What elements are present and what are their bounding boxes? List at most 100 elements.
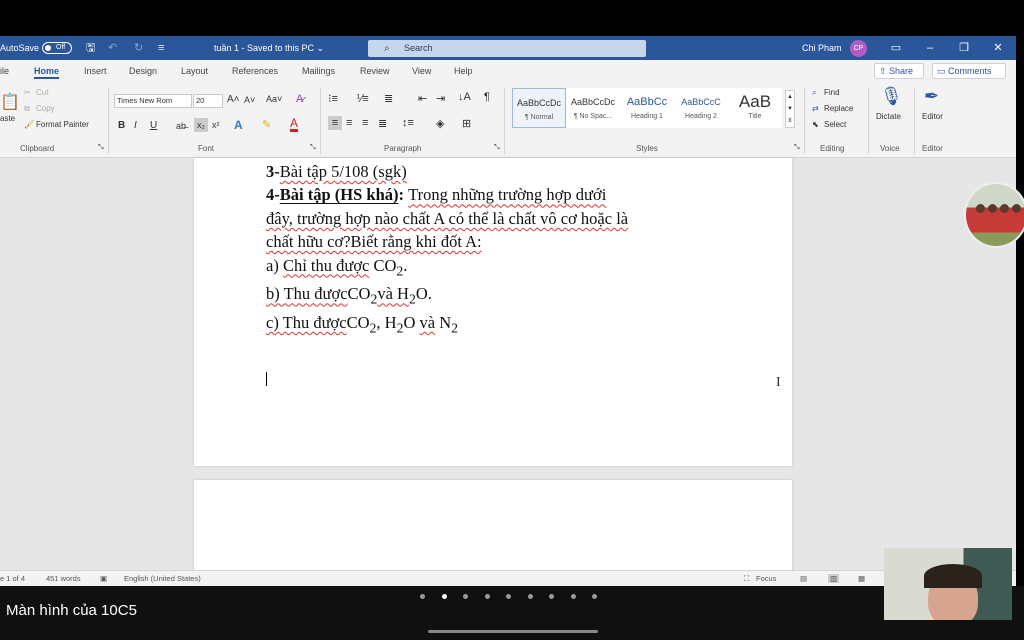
tab-help[interactable]: Help [454,66,473,76]
page-dot[interactable] [527,594,533,599]
replace-label[interactable]: Replace [824,104,853,113]
dictate-label[interactable]: Dictate [876,112,901,121]
share-button[interactable]: ⇧ Share [874,63,924,79]
web-layout-icon[interactable]: ▦ [858,574,865,583]
restore-icon[interactable]: ❐ [954,36,974,60]
styles-scroll[interactable]: ▲ ▼ ⊻ [785,90,795,128]
underline-button[interactable]: U [150,120,157,131]
text-effects-icon[interactable]: A [234,118,243,132]
grow-font-icon[interactable]: A˄ [227,94,240,105]
show-marks-icon[interactable]: ¶ [484,91,490,103]
document-page[interactable]: 3-Bài tập 5/108 (sgk) 4-Bài tập (HS khá)… [194,158,792,466]
bullets-icon[interactable]: ⁝≡ [328,92,338,105]
strikethrough-icon[interactable]: ab̶ [176,121,186,131]
paste-icon[interactable]: 📋 [0,92,20,112]
tab-references[interactable]: References [232,66,278,76]
paste-label[interactable]: aste [0,114,15,123]
tab-view[interactable]: View [412,66,431,76]
print-layout-icon[interactable]: ▥ [828,574,840,583]
style-heading-1[interactable]: AaBbCc Heading 1 [620,88,674,128]
shrink-font-icon[interactable]: A˅ [244,95,255,105]
borders-icon[interactable]: ⊞ [462,117,471,130]
focus-label[interactable]: Focus [756,574,776,583]
close-icon[interactable]: ✕ [988,36,1008,60]
word-count[interactable]: 451 words [46,574,81,583]
font-launcher-icon[interactable]: ⤡ [310,144,316,152]
tab-layout[interactable]: Layout [181,66,208,76]
tab-file[interactable]: ile [0,66,9,76]
decrease-indent-icon[interactable]: ⇤ [418,92,427,105]
editor-label[interactable]: Editor [922,112,943,121]
copy-label[interactable]: Copy [36,104,55,113]
search-box[interactable]: ⌕ Search [368,40,646,57]
shading-icon[interactable]: ◈ [436,117,444,130]
tab-home[interactable]: Home [34,66,60,79]
page-dot[interactable] [463,594,468,599]
change-case-icon[interactable]: Aa˅ [266,94,282,104]
cut-icon[interactable]: ✂ [24,88,31,97]
cut-label[interactable]: Cut [36,88,48,97]
styles-launcher-icon[interactable]: ⤡ [794,144,800,152]
format-painter-icon[interactable]: 🖌 [24,120,34,129]
align-center-icon[interactable]: ≡ [346,117,352,129]
bold-button[interactable]: B [118,120,125,131]
style-normal[interactable]: AaBbCcDc ¶ Normal [512,88,566,128]
clear-formatting-icon[interactable]: A̷ [296,93,303,105]
find-icon[interactable]: ⌕ [812,88,816,98]
superscript-icon[interactable]: x² [212,120,220,130]
numbering-icon[interactable]: ⅟≡ [356,92,369,105]
style-title[interactable]: AaB Title [728,88,782,128]
autosave-toggle[interactable]: Off [42,42,72,54]
italic-button[interactable]: I [134,120,137,131]
editor-pen-icon[interactable]: ✒ [924,86,939,107]
avatar[interactable]: CP [850,40,867,57]
self-camera-view[interactable] [884,548,1012,620]
page-dot[interactable] [420,594,425,599]
home-indicator[interactable] [428,630,598,633]
style-heading-2[interactable]: AaBbCcC Heading 2 [674,88,728,128]
customize-toolbar-icon[interactable]: ≡ [158,36,164,60]
sort-icon[interactable]: ↓A [458,91,471,103]
find-label[interactable]: Find [824,88,840,97]
replace-icon[interactable]: ⇄ [812,104,819,113]
page-dot[interactable] [592,594,597,599]
paragraph-launcher-icon[interactable]: ⤡ [494,144,500,152]
save-icon[interactable]: 🖫 [86,36,95,60]
document-title[interactable]: tuần 1 - Saved to this PC ⌄ [214,36,324,60]
page-dot[interactable] [484,594,490,599]
line-spacing-icon[interactable]: ↕≡ [402,117,414,129]
page-dot[interactable] [441,594,447,599]
increase-indent-icon[interactable]: ⇥ [436,92,445,105]
minimize-icon[interactable]: – [920,36,940,60]
participant-photo[interactable] [964,182,1024,248]
multilevel-list-icon[interactable]: ≣ [384,92,393,105]
justify-icon[interactable]: ≣ [378,117,387,130]
language[interactable]: English (United States) [124,574,201,583]
font-size-select[interactable]: 20 [193,94,223,108]
highlight-icon[interactable]: ✎ [262,118,271,131]
select-icon[interactable]: ⬉ [812,120,819,129]
font-color-icon[interactable]: A [290,117,299,132]
align-left-icon[interactable]: ≡ [328,116,342,130]
undo-icon[interactable]: ↶ [108,36,117,60]
page-dot[interactable] [549,594,554,599]
copy-icon[interactable]: ⧉ [24,104,30,114]
focus-icon[interactable]: ⛶ [744,574,749,584]
style-no-spacing[interactable]: AaBbCcDc ¶ No Spac... [566,88,620,128]
redo-icon[interactable]: ↻ [134,36,143,60]
tab-design[interactable]: Design [129,66,157,76]
subscript-icon[interactable]: x₂ [194,118,208,132]
proofing-icon[interactable]: ▣ [100,574,107,583]
tab-insert[interactable]: Insert [84,66,107,76]
microphone-icon[interactable]: 🎙 [880,86,903,107]
tab-review[interactable]: Review [360,66,390,76]
document-body[interactable]: 3-Bài tập 5/108 (sgk) 4-Bài tập (HS khá)… [266,160,726,340]
read-mode-icon[interactable]: ▤ [800,574,807,583]
tab-mailings[interactable]: Mailings [302,66,335,76]
comments-button[interactable]: ▭ Comments [932,63,1006,79]
select-label[interactable]: Select [824,120,846,129]
clipboard-launcher-icon[interactable]: ⤡ [98,144,104,152]
page-dot[interactable] [570,594,576,599]
ribbon-display-icon[interactable]: ▭ [886,36,906,60]
align-right-icon[interactable]: ≡ [362,117,368,129]
